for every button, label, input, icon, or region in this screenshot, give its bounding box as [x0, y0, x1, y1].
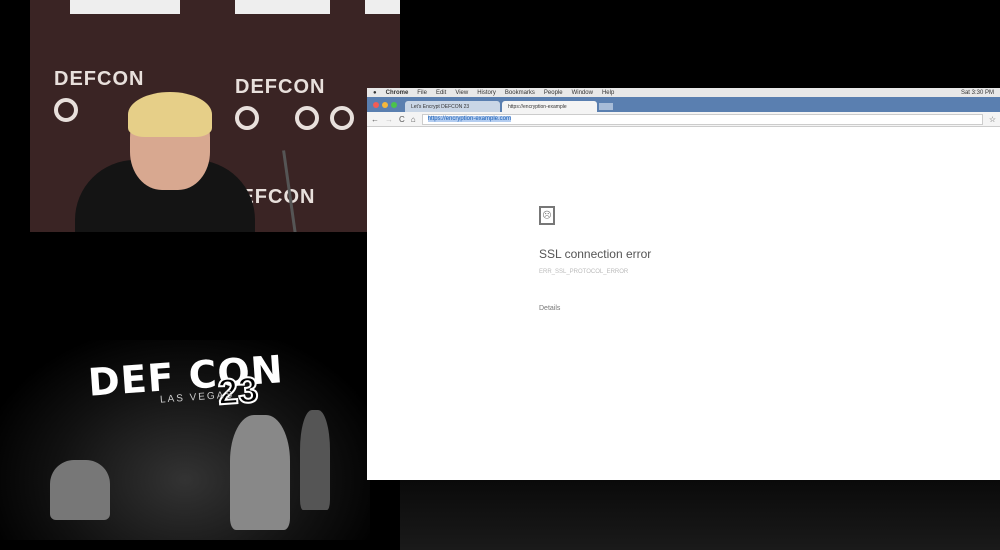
browser-window: ● Chrome File Edit View History Bookmark… — [367, 88, 1000, 480]
error-title: SSL connection error — [539, 247, 652, 261]
tab-lets-encrypt[interactable]: Let's Encrypt DEFCON 23 — [405, 101, 500, 112]
menu-view[interactable]: View — [455, 90, 468, 96]
tab-strip: Let's Encrypt DEFCON 23 https://encrypti… — [367, 97, 1000, 112]
home-icon[interactable]: ⌂ — [411, 115, 416, 124]
menu-people[interactable]: People — [544, 90, 563, 96]
backdrop-logo: DEFCON — [54, 68, 145, 90]
menu-edit[interactable]: Edit — [436, 90, 446, 96]
minimize-window-button[interactable] — [382, 101, 388, 108]
clock: Sat 3:30 PM — [960, 89, 994, 96]
menu-window[interactable]: Window — [572, 90, 593, 96]
new-tab-button[interactable] — [599, 103, 613, 110]
backdrop-logo: DEFCON — [235, 76, 326, 98]
menu-chrome[interactable]: Chrome — [386, 90, 409, 96]
error-page: ☹ SSL connection error ERR_SSL_PROTOCOL_… — [539, 206, 651, 312]
speaker-video-feed: DEFCON DEFCON DEFCON — [30, 0, 400, 232]
skull-icon — [330, 106, 354, 130]
browser-toolbar: ← → C ⌂ https://encryption-example.com ☆ — [367, 112, 1000, 127]
skull-icon — [235, 106, 259, 130]
floor — [400, 480, 1000, 550]
skull-icon — [54, 98, 78, 122]
back-icon[interactable]: ← — [371, 115, 379, 124]
paper — [365, 0, 400, 14]
paper — [235, 0, 330, 14]
apple-icon[interactable]: ● — [373, 90, 377, 96]
menu-file[interactable]: File — [417, 90, 427, 96]
menu-help[interactable]: Help — [602, 90, 614, 96]
reload-icon[interactable]: C — [399, 115, 405, 124]
sad-page-icon: ☹ — [539, 206, 555, 225]
close-window-button[interactable] — [373, 101, 379, 108]
address-bar[interactable]: https://encryption-example.com — [421, 113, 983, 125]
mac-menubar: ● Chrome File Edit View History Bookmark… — [367, 88, 1000, 97]
menu-history[interactable]: History — [477, 90, 496, 96]
paper — [70, 0, 180, 14]
menu-bookmarks[interactable]: Bookmarks — [505, 90, 535, 96]
bookmark-star-icon[interactable]: ☆ — [989, 115, 996, 124]
details-button[interactable]: Details — [539, 305, 651, 312]
skull-icon — [295, 106, 319, 130]
tab-encryption-example[interactable]: https://encryption-example — [502, 101, 597, 112]
forward-icon[interactable]: → — [385, 115, 393, 124]
zoom-window-button[interactable] — [391, 101, 397, 108]
error-code: ERR_SSL_PROTOCOL_ERROR — [539, 269, 629, 275]
defcon-23-logo: DEF CON 23 LAS VEGAS — [0, 340, 370, 540]
speaker-hair — [128, 92, 212, 137]
